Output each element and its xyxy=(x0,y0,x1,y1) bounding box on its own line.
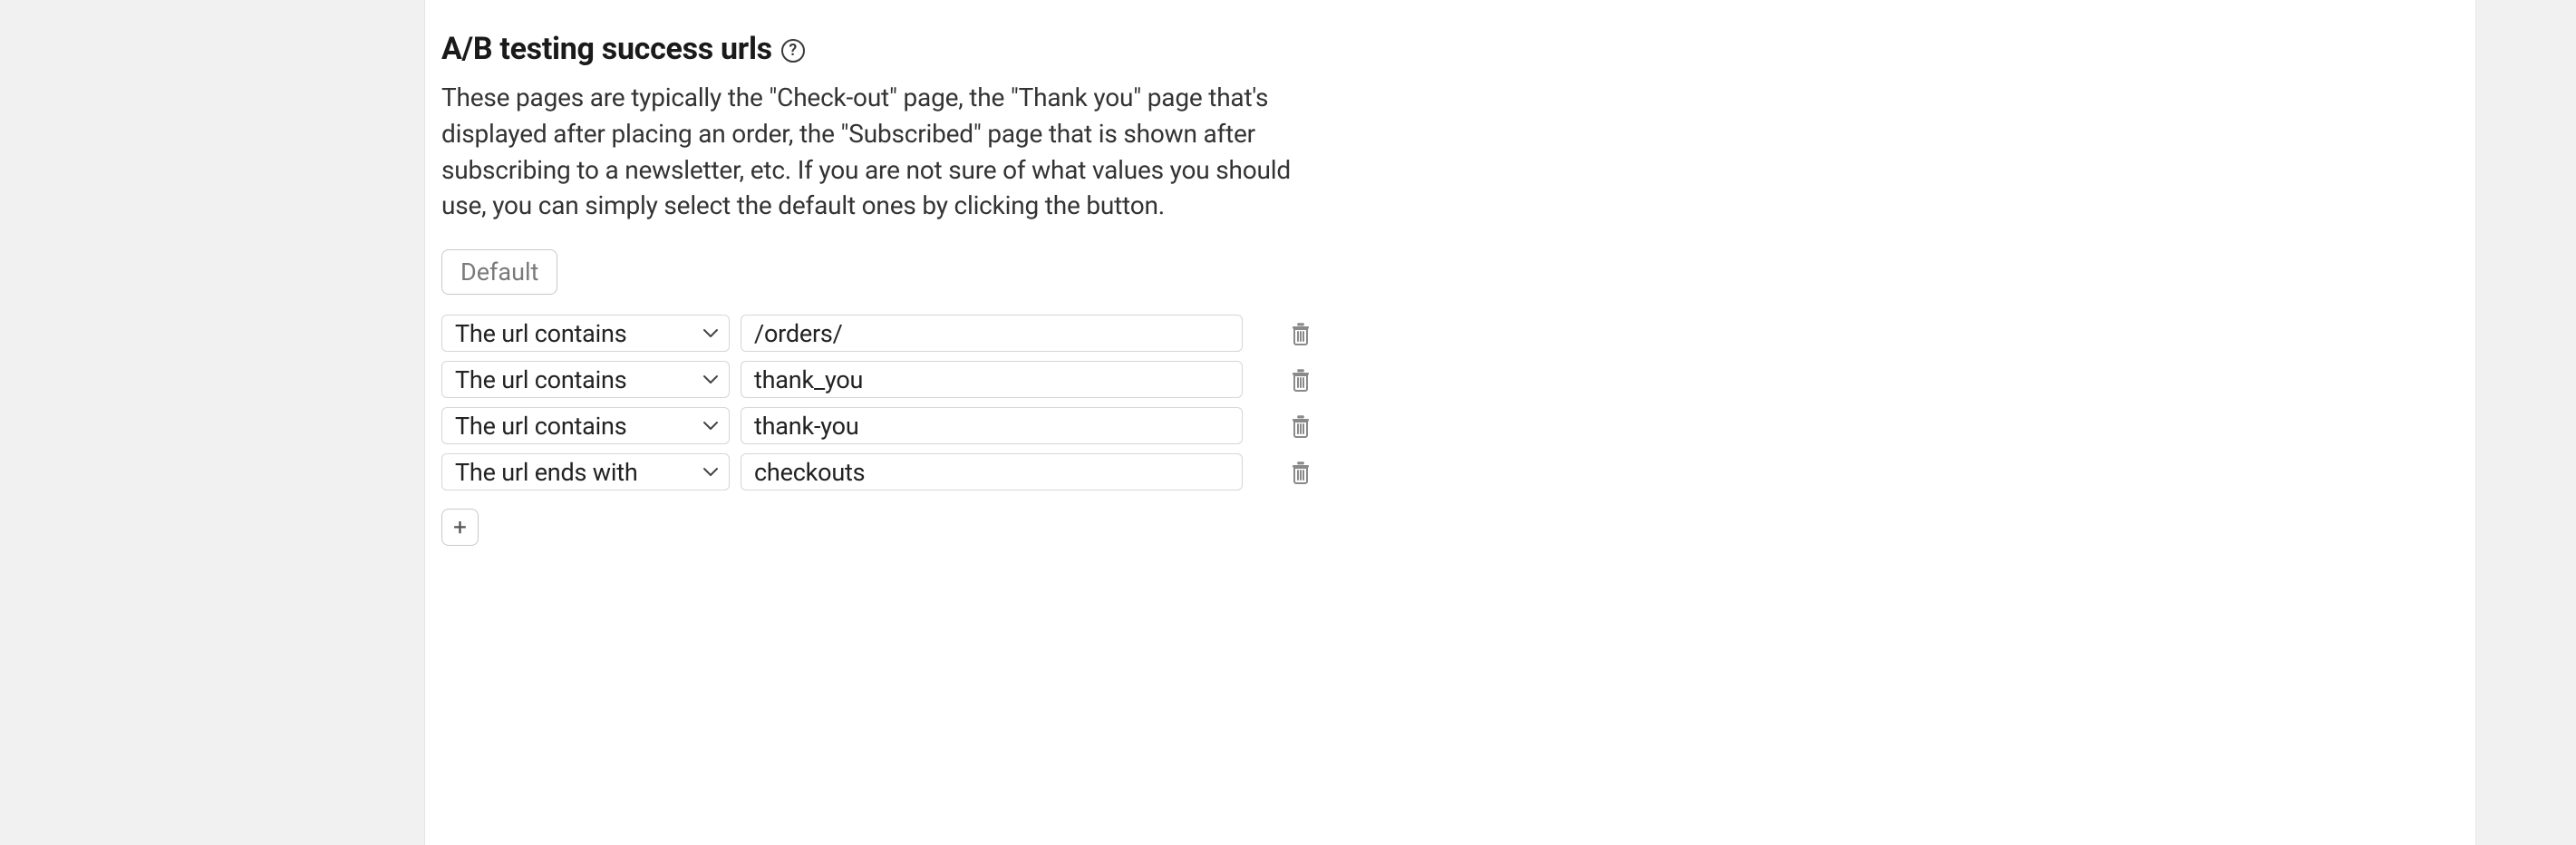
section-heading-row: A/B testing success urls ? xyxy=(441,31,2475,67)
url-value-input[interactable] xyxy=(741,407,1243,444)
condition-select-display[interactable]: The url contains xyxy=(441,361,730,398)
help-icon[interactable]: ? xyxy=(781,39,805,63)
settings-card: A/B testing success urls ? These pages a… xyxy=(424,0,2476,845)
rule-row: The url contains xyxy=(441,315,1322,352)
section-description: These pages are typically the "Check-out… xyxy=(441,80,1322,224)
add-rule-button[interactable]: + xyxy=(441,509,479,546)
condition-select-display[interactable]: The url ends with xyxy=(441,453,730,490)
section-title: A/B testing success urls xyxy=(441,31,772,67)
delete-rule-button[interactable] xyxy=(1279,321,1322,346)
rule-row: The url contains xyxy=(441,361,1322,398)
trash-icon xyxy=(1290,367,1312,393)
url-value-input[interactable] xyxy=(741,453,1243,490)
condition-select[interactable]: The url ends with xyxy=(441,453,730,490)
rules-container: The url contains The url contains The url … xyxy=(441,315,1322,546)
right-gutter xyxy=(2524,0,2576,845)
trash-icon xyxy=(1290,413,1312,439)
url-value-input[interactable] xyxy=(741,361,1243,398)
condition-label: The url contains xyxy=(455,319,626,348)
rules-list: The url contains The url contains The url … xyxy=(441,315,1322,490)
trash-icon xyxy=(1290,460,1312,485)
condition-select[interactable]: The url contains xyxy=(441,361,730,398)
default-button[interactable]: Default xyxy=(441,249,557,295)
main-card-wrapper: A/B testing success urls ? These pages a… xyxy=(376,0,2524,845)
condition-select-display[interactable]: The url contains xyxy=(441,407,730,444)
delete-rule-button[interactable] xyxy=(1279,460,1322,485)
condition-label: The url contains xyxy=(455,412,626,441)
condition-select-display[interactable]: The url contains xyxy=(441,315,730,352)
delete-rule-button[interactable] xyxy=(1279,413,1322,439)
condition-select[interactable]: The url contains xyxy=(441,315,730,352)
rule-row: The url ends with xyxy=(441,453,1322,490)
delete-rule-button[interactable] xyxy=(1279,367,1322,393)
condition-select[interactable]: The url contains xyxy=(441,407,730,444)
left-sidebar-gutter xyxy=(0,0,376,845)
url-value-input[interactable] xyxy=(741,315,1243,352)
trash-icon xyxy=(1290,321,1312,346)
rule-row: The url contains xyxy=(441,407,1322,444)
condition-label: The url ends with xyxy=(455,458,638,487)
condition-label: The url contains xyxy=(455,365,626,394)
plus-icon: + xyxy=(453,514,467,541)
